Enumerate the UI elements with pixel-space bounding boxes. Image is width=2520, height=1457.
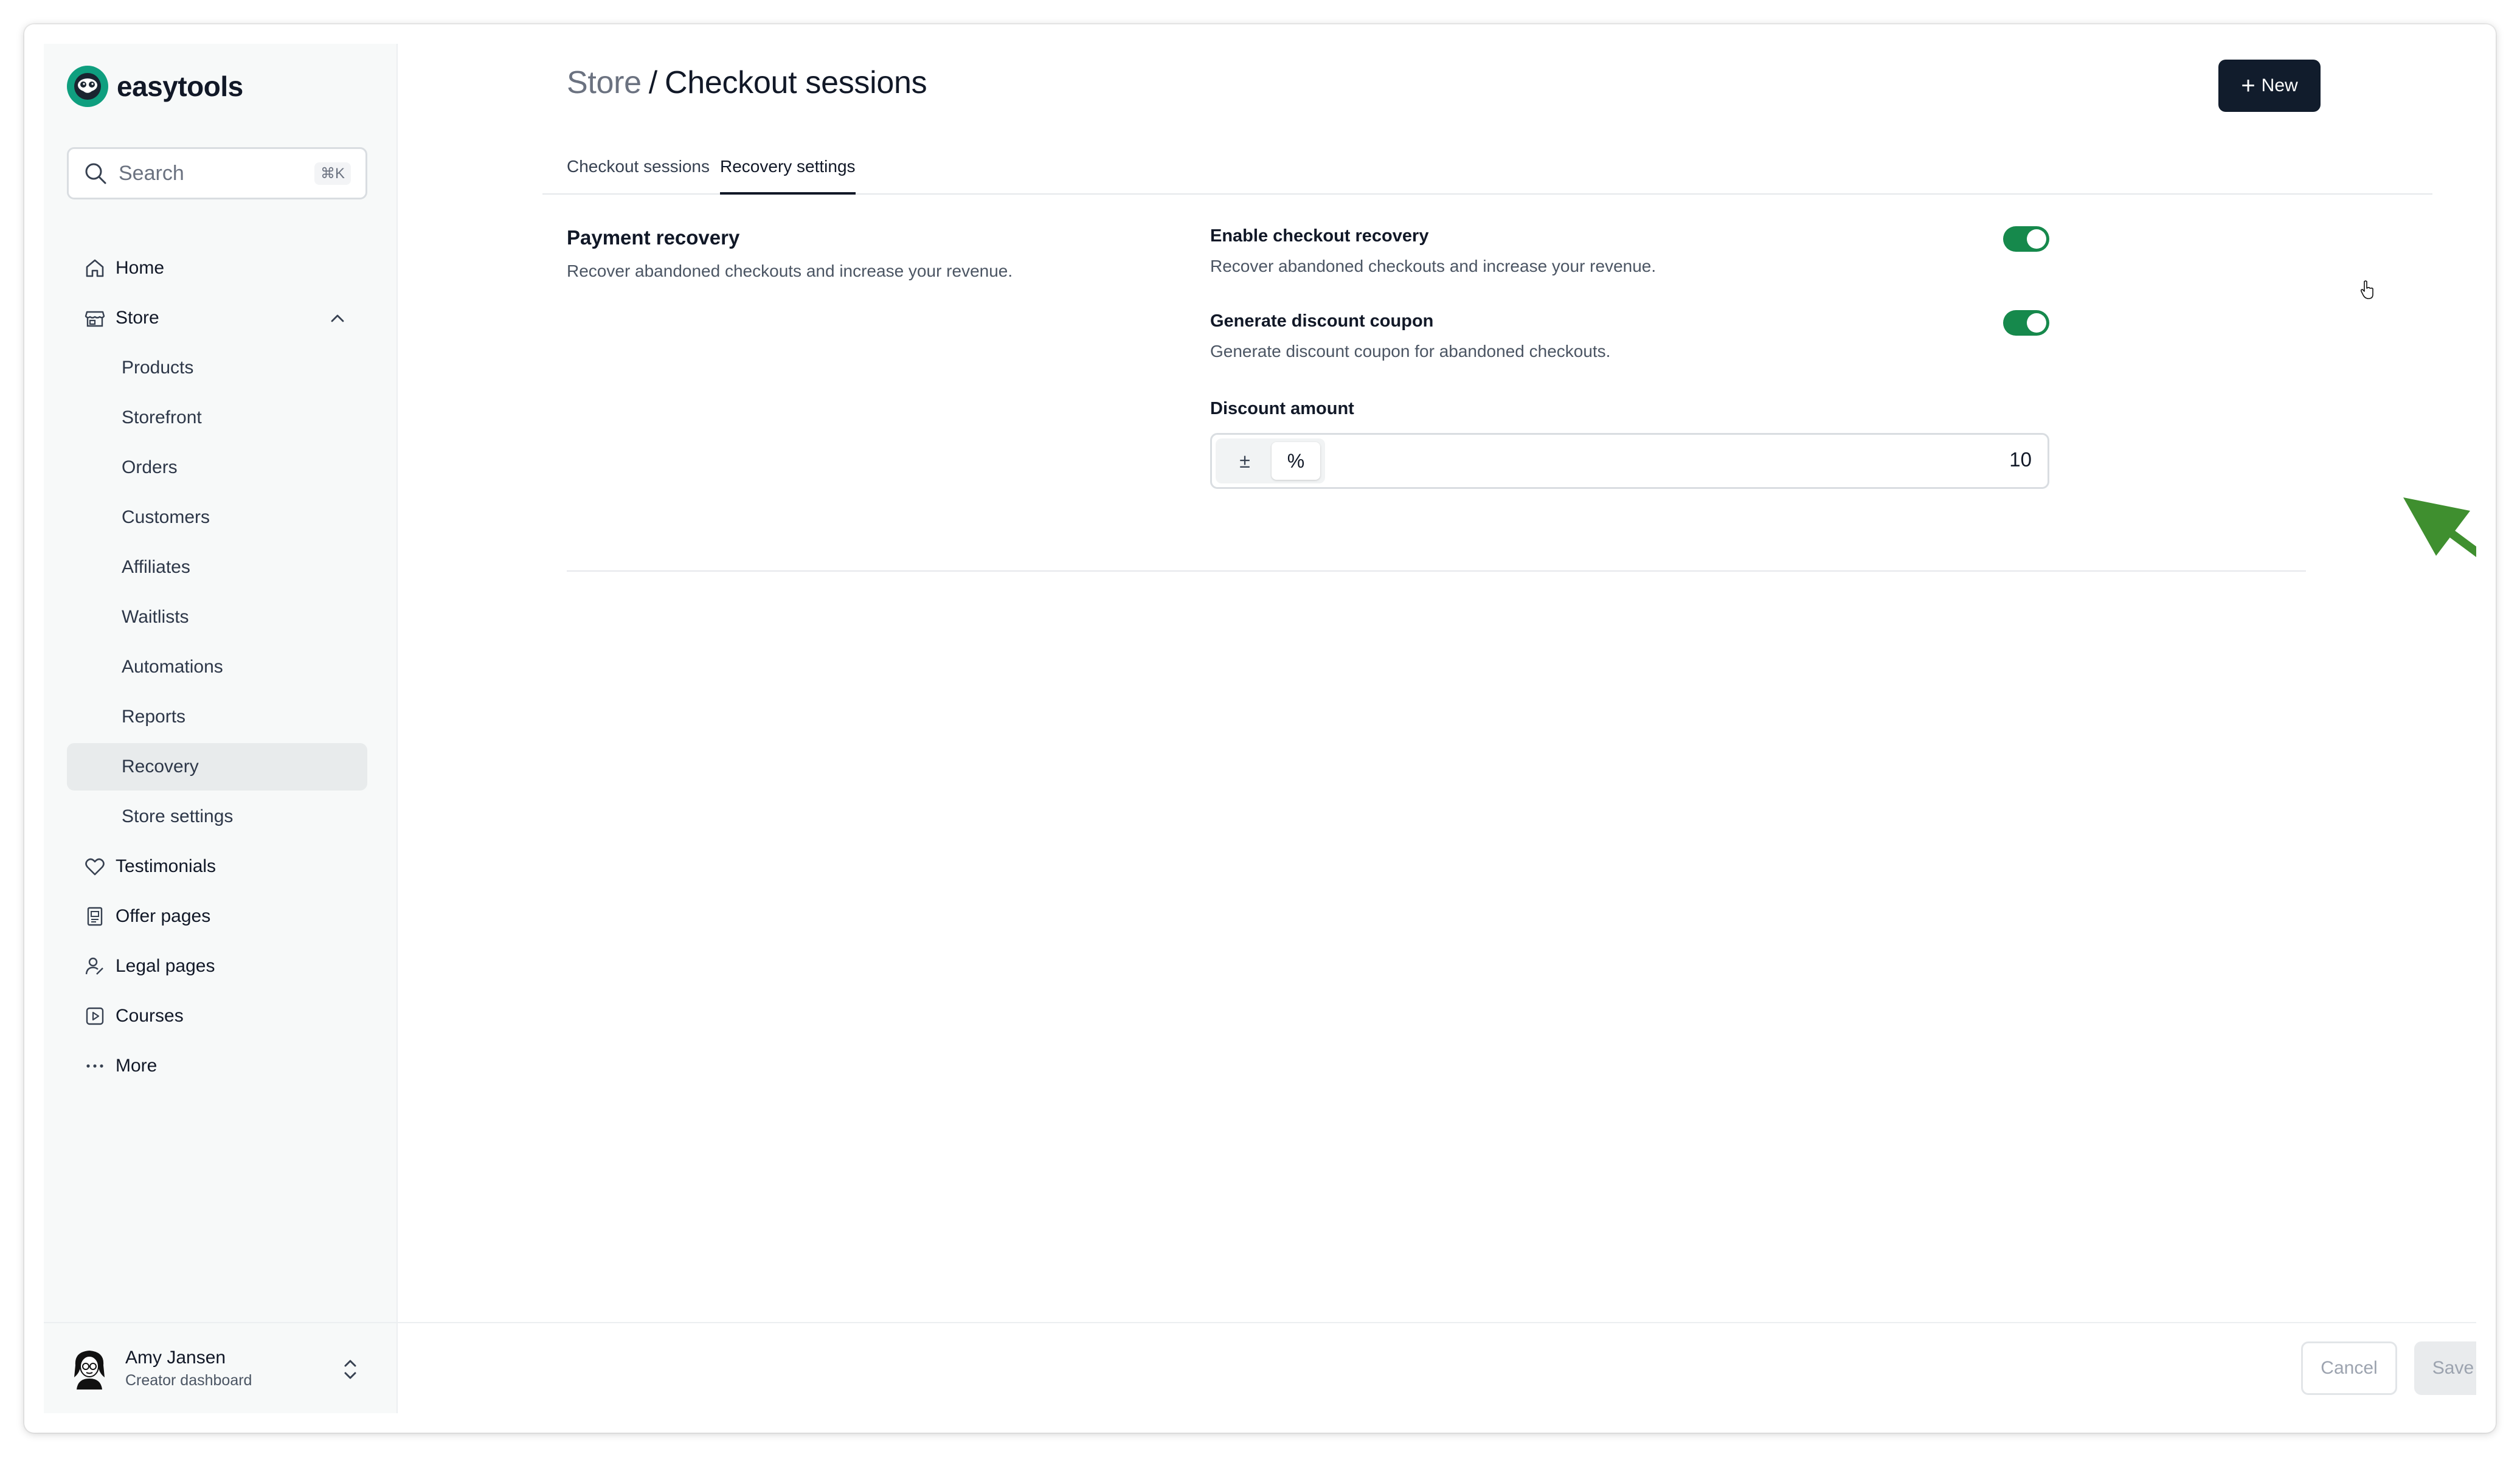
- chevron-up-icon[interactable]: [326, 306, 349, 330]
- sidebar-item-home[interactable]: Home: [67, 244, 367, 292]
- sidebar-item-recovery[interactable]: Recovery: [67, 743, 367, 791]
- checkout-recovery-label: Enable checkout recovery: [1210, 226, 1429, 246]
- store-icon: [83, 306, 107, 330]
- sidebar-item-label: Store: [116, 308, 159, 328]
- chevron-up-down-icon[interactable]: [338, 1356, 362, 1383]
- sidebar-item-label: More: [116, 1056, 158, 1076]
- app-shell: easytools Search ⌘K Home Store Products …: [44, 44, 2476, 1413]
- sidebar-item-label: Home: [116, 258, 165, 278]
- tab-checkout-sessions[interactable]: Checkout sessions: [567, 150, 710, 195]
- sidebar-item-products[interactable]: Products: [67, 344, 367, 392]
- heart-icon: [83, 854, 107, 879]
- discount-type-segmented-control: ± %: [1216, 438, 1325, 483]
- discount-amount-input[interactable]: ± % 10: [1210, 433, 2049, 489]
- more-icon: [83, 1054, 107, 1078]
- sidebar-item-label: Affiliates: [122, 557, 190, 577]
- sidebar-item-label: Recovery: [122, 756, 199, 777]
- tab-label: Checkout sessions: [567, 157, 710, 176]
- user-role: Creator dashboard: [125, 1371, 252, 1389]
- hand-cursor-icon: [2360, 280, 2373, 299]
- checkout-recovery-toggle[interactable]: [2003, 226, 2049, 252]
- form-footer: Cancel Save: [398, 1322, 2476, 1413]
- page-title: Store / Checkout sessions: [567, 64, 927, 101]
- search-placeholder: Search: [119, 161, 184, 185]
- sidebar-item-label: Products: [122, 358, 194, 378]
- sidebar-item-label: Legal pages: [116, 956, 215, 976]
- sidebar-item-more[interactable]: More: [67, 1042, 367, 1090]
- sidebar-item-affiliates[interactable]: Affiliates: [67, 544, 367, 591]
- discount-coupon-description: Generate discount coupon for abandoned c…: [1210, 342, 1611, 361]
- sidebar-item-label: Reports: [122, 707, 186, 727]
- new-button-label: New: [2261, 75, 2298, 95]
- sidebar: easytools Search ⌘K Home Store Products …: [44, 44, 398, 1413]
- tab-recovery-settings[interactable]: Recovery settings: [720, 150, 856, 195]
- breadcrumb-store[interactable]: Store: [567, 65, 642, 100]
- annotation-arrow-icon: [2403, 497, 2476, 558]
- offer-page-icon: [83, 904, 107, 929]
- toggle-knob: [2027, 229, 2046, 249]
- legal-icon: [83, 954, 107, 978]
- sidebar-item-label: Store settings: [122, 806, 234, 826]
- sidebar-item-courses[interactable]: Courses: [67, 992, 367, 1040]
- checkout-recovery-description: Recover abandoned checkouts and increase…: [1210, 257, 1656, 275]
- sidebar-item-reports[interactable]: Reports: [67, 693, 367, 741]
- fixed-amount-option[interactable]: ±: [1220, 442, 1269, 480]
- sidebar-item-storefront[interactable]: Storefront: [67, 394, 367, 441]
- sidebar-item-label: Storefront: [122, 407, 202, 427]
- new-button[interactable]: + New: [2218, 60, 2321, 112]
- sidebar-item-label: Testimonials: [116, 856, 216, 876]
- section-description: Recover abandoned checkouts and increase…: [567, 261, 1013, 280]
- tab-label: Recovery settings: [720, 157, 856, 176]
- sidebar-item-store-settings[interactable]: Store settings: [67, 793, 367, 840]
- brand-name: easytools: [117, 71, 243, 102]
- sidebar-item-offer-pages[interactable]: Offer pages: [67, 893, 367, 940]
- toggle-knob: [2027, 313, 2046, 333]
- sidebar-nav: Home Store Products Storefront Orders Cu…: [67, 244, 367, 1092]
- sidebar-item-label: Automations: [122, 657, 223, 677]
- user-menu[interactable]: Amy Jansen Creator dashboard: [44, 1322, 398, 1413]
- section-divider: [567, 570, 2306, 572]
- cancel-button[interactable]: Cancel: [2301, 1341, 2397, 1395]
- sidebar-item-label: Orders: [122, 457, 178, 477]
- sidebar-item-label: Offer pages: [116, 906, 211, 926]
- save-button[interactable]: Save: [2414, 1341, 2476, 1395]
- brand[interactable]: easytools: [67, 66, 243, 107]
- sidebar-item-label: Courses: [116, 1006, 184, 1026]
- search-shortcut-badge: ⌘K: [314, 162, 351, 185]
- sidebar-item-legal-pages[interactable]: Legal pages: [67, 943, 367, 990]
- search-icon: [85, 163, 106, 184]
- app-window: easytools Search ⌘K Home Store Products …: [24, 24, 2496, 1433]
- page-title-text: Checkout sessions: [664, 65, 927, 100]
- courses-icon: [83, 1004, 107, 1028]
- percent-option[interactable]: %: [1272, 442, 1320, 480]
- sidebar-item-orders[interactable]: Orders: [67, 444, 367, 491]
- search-input[interactable]: Search ⌘K: [67, 147, 367, 199]
- sidebar-item-customers[interactable]: Customers: [67, 494, 367, 541]
- discount-amount-value[interactable]: 10: [2009, 448, 2032, 471]
- avatar: [74, 1351, 105, 1390]
- plus-icon: +: [2241, 72, 2255, 99]
- sidebar-item-label: Customers: [122, 507, 210, 527]
- home-icon: [83, 256, 107, 280]
- breadcrumb-separator: /: [648, 65, 657, 100]
- section-title: Payment recovery: [567, 226, 740, 249]
- main-content: Store / Checkout sessions + New Checkout s…: [398, 44, 2476, 1413]
- discount-coupon-label: Generate discount coupon: [1210, 311, 1434, 331]
- sidebar-item-testimonials[interactable]: Testimonials: [67, 843, 367, 890]
- sidebar-item-waitlists[interactable]: Waitlists: [67, 594, 367, 641]
- user-name: Amy Jansen: [125, 1347, 226, 1368]
- tab-bar: Checkout sessions Recovery settings: [542, 150, 2432, 195]
- discount-coupon-toggle[interactable]: [2003, 310, 2049, 336]
- sidebar-item-store[interactable]: Store: [67, 294, 367, 342]
- easytools-logo-icon: [67, 66, 108, 107]
- sidebar-item-label: Waitlists: [122, 607, 189, 627]
- sidebar-item-automations[interactable]: Automations: [67, 643, 367, 691]
- discount-amount-label: Discount amount: [1210, 399, 1354, 418]
